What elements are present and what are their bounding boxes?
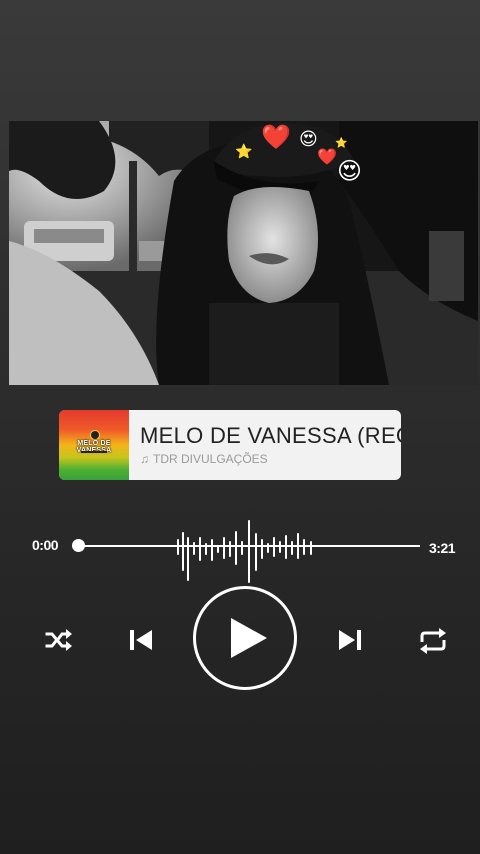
- heart-emoji: ❤️: [317, 147, 337, 166]
- artist-name: TDR DIVULGAÇÕES: [153, 452, 268, 466]
- progress-knob[interactable]: [72, 539, 85, 552]
- repeat-button[interactable]: [417, 625, 449, 657]
- waveform: [177, 520, 312, 583]
- song-title: MELO DE VANESSA (REGGAE: [140, 423, 401, 448]
- shuffle-icon: [45, 629, 72, 651]
- cover-logo-icon: [90, 430, 100, 440]
- previous-button[interactable]: [126, 625, 156, 655]
- story-photo: ❤️ 😍 😍 ❤️ ⭐ ⭐: [9, 121, 478, 385]
- repeat-icon: [420, 628, 446, 654]
- song-meta: MELO DE VANESSA (REGGAE ♫ TDR DIVULGAÇÕES: [129, 410, 401, 480]
- music-note-icon: ♫: [140, 452, 149, 466]
- artist-line: ♫ TDR DIVULGAÇÕES: [140, 452, 401, 466]
- skip-previous-icon: [130, 630, 152, 650]
- cover-divider: [81, 451, 107, 453]
- star-emoji: ⭐: [335, 138, 348, 149]
- next-button[interactable]: [335, 625, 365, 655]
- heart-eyes-emoji: 😍: [299, 129, 318, 150]
- album-cover: MELO DE VANESSA: [59, 410, 129, 480]
- play-icon: [231, 618, 267, 658]
- play-icon-wrap: [193, 586, 297, 690]
- heart-eyes-emoji: 😍: [337, 157, 363, 185]
- photo-image: [9, 121, 478, 385]
- elapsed-time: 0:00: [32, 537, 59, 553]
- star-emoji: ⭐: [235, 144, 253, 160]
- heart-emoji: ❤️: [261, 123, 291, 151]
- duration-time: 3:21: [429, 540, 456, 556]
- shuffle-button[interactable]: [44, 625, 74, 655]
- song-card[interactable]: MELO DE VANESSA MELO DE VANESSA (REGGAE …: [59, 410, 401, 480]
- skip-next-icon: [339, 630, 361, 650]
